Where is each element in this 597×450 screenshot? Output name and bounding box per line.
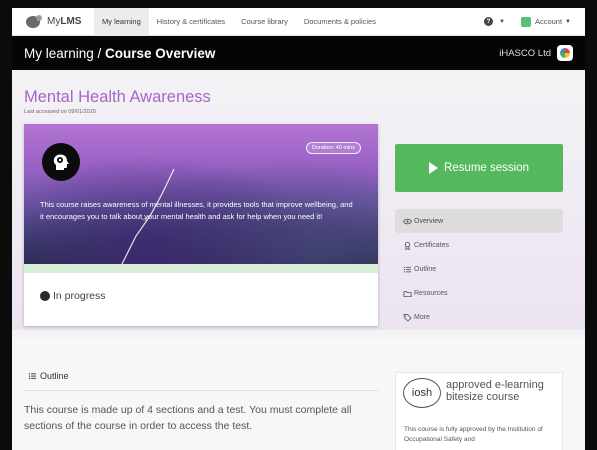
play-icon <box>428 162 438 174</box>
outline-heading: Outline <box>28 371 69 381</box>
course-overview: Mental Health Awareness Last accessed on… <box>12 70 585 330</box>
folder-icon <box>403 289 412 298</box>
resume-label: Resume session <box>443 162 529 174</box>
iosh-tagline: approved e-learning bitesize course <box>446 379 544 403</box>
side-item-label: More <box>414 313 430 321</box>
course-description: This course raises awareness of mental i… <box>40 200 353 221</box>
side-item-label: Certificates <box>414 241 450 249</box>
list-icon <box>28 372 37 381</box>
tag-icon <box>403 313 412 322</box>
top-navigation: MyLMS My learning History & certificates… <box>12 8 585 36</box>
resume-session-button[interactable]: Resume session <box>395 144 563 192</box>
course-banner: Duration: 40 mins This course raises awa… <box>24 124 378 264</box>
side-item-more[interactable]: More <box>395 305 563 329</box>
side-item-resources[interactable]: Resources <box>395 281 563 305</box>
iosh-approval-panel: iosh approved e-learning bitesize course… <box>395 372 563 450</box>
course-title: Mental Health Awareness <box>24 88 211 106</box>
side-item-overview[interactable]: Overview <box>395 209 563 233</box>
nav-my-learning[interactable]: My learning <box>94 8 149 36</box>
brand[interactable]: MyLMS <box>12 14 94 28</box>
course-side-menu: Overview Certificates Outline Resources <box>395 209 563 329</box>
side-item-label: Resources <box>414 289 448 297</box>
last-accessed: Last accessed on 09/01/2020 <box>24 109 96 115</box>
org-name: iHASCO Ltd <box>499 47 551 59</box>
mylms-logo-icon <box>26 14 42 28</box>
iosh-text: This course is fully approved by the Ins… <box>404 426 543 443</box>
side-item-certificates[interactable]: Certificates <box>395 233 563 257</box>
divider <box>24 390 379 391</box>
side-item-label: Overview <box>414 217 444 225</box>
duration-badge: Duration: 40 mins <box>305 142 361 154</box>
side-item-outline[interactable]: Outline <box>395 257 563 281</box>
side-item-label: Outline <box>414 265 437 273</box>
course-card: Duration: 40 mins This course raises awa… <box>24 124 378 326</box>
page-title: My learning / Course Overview <box>24 45 216 61</box>
page-header: My learning / Course Overview iHASCO Ltd <box>12 36 585 70</box>
account-icon <box>520 16 531 27</box>
status-label: In progress <box>53 290 106 302</box>
outline-heading-label: Outline <box>40 371 69 381</box>
nav-documents-policies[interactable]: Documents & policies <box>296 8 384 36</box>
app-window: MyLMS My learning History & certificates… <box>12 8 585 450</box>
certificate-icon <box>403 241 412 250</box>
outline-text: This course is made up of 4 sections and… <box>24 404 352 432</box>
nav-history-certificates[interactable]: History & certificates <box>149 8 233 36</box>
help-menu[interactable]: ? ▼ <box>483 17 505 26</box>
org-logo-icon <box>557 45 573 61</box>
status-dot-icon <box>40 291 50 301</box>
account-menu[interactable]: Account ▼ <box>520 16 571 27</box>
head-brain-icon <box>42 143 80 181</box>
chevron-down-icon: ▼ <box>498 18 505 25</box>
chevron-down-icon: ▼ <box>565 18 571 25</box>
brand-name: MyLMS <box>47 16 82 27</box>
question-circle-icon: ? <box>483 17 493 26</box>
list-icon <box>403 265 412 274</box>
course-details: Outline This course is made up of 4 sect… <box>12 338 585 450</box>
course-status: In progress <box>40 290 106 302</box>
eye-icon <box>403 217 412 226</box>
progress-strip <box>24 264 378 273</box>
account-label: Account <box>534 17 563 26</box>
iosh-logo: iosh <box>403 378 441 408</box>
nav-course-library[interactable]: Course library <box>233 8 296 36</box>
organisation: iHASCO Ltd <box>499 45 573 61</box>
